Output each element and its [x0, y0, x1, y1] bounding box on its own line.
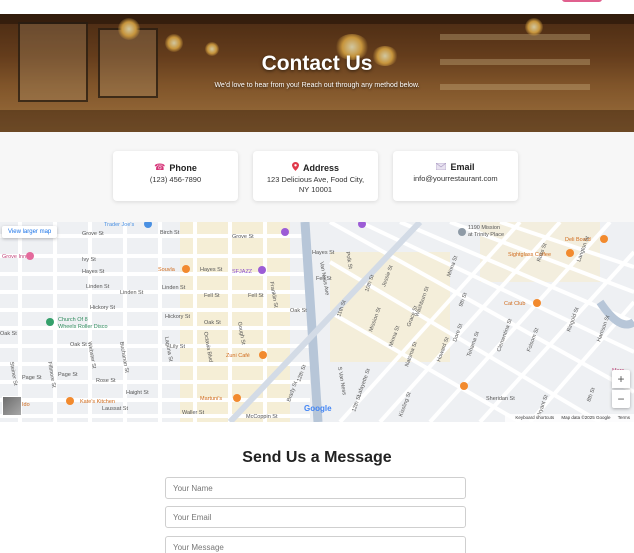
- svg-text:S Van Ness: S Van Ness: [336, 366, 347, 395]
- svg-text:Church Of 8: Church Of 8: [58, 317, 88, 323]
- nav-cta-button[interactable]: [562, 0, 602, 2]
- svg-text:Kate's Kitchen: Kate's Kitchen: [80, 399, 115, 405]
- contact-card-label: Address: [302, 162, 339, 173]
- svg-text:at Trinity Place: at Trinity Place: [468, 232, 504, 238]
- svg-text:Clementina St: Clementina St: [496, 318, 514, 353]
- svg-text:Hayes St: Hayes St: [312, 250, 335, 256]
- svg-text:8th St: 8th St: [586, 387, 597, 403]
- message-textarea[interactable]: [165, 536, 466, 553]
- svg-text:Laussat St: Laussat St: [102, 406, 128, 412]
- svg-text:Ido: Ido: [22, 402, 30, 408]
- svg-text:Waller St: Waller St: [182, 410, 205, 416]
- svg-text:Grove Inn: Grove Inn: [2, 254, 26, 260]
- embedded-map[interactable]: Trader Joe's Grove Inn Souvla SFJAZZ Chu…: [0, 222, 634, 422]
- map-attribution: Keyboard shortcuts Map data ©2025 Google…: [505, 414, 634, 422]
- svg-text:Hickory St: Hickory St: [165, 314, 191, 320]
- svg-text:Linden St: Linden St: [120, 290, 144, 296]
- svg-text:Page St: Page St: [22, 375, 42, 381]
- svg-text:Laguna St: Laguna St: [163, 336, 173, 362]
- map-pin-icon: [291, 162, 299, 173]
- street-view-thumbnail[interactable]: [2, 396, 22, 416]
- contact-card-email: Email info@yourrestaurant.com: [393, 151, 518, 201]
- terms-link[interactable]: Terms: [618, 415, 630, 420]
- email-input[interactable]: [165, 506, 466, 528]
- hero-banner: Contact Us We'd love to hear from you! R…: [0, 14, 634, 132]
- top-nav-bar: [0, 0, 634, 14]
- contact-card-value: info@yourrestaurant.com: [413, 174, 498, 183]
- map-data-text: Map data ©2025 Google: [561, 415, 611, 420]
- svg-text:Birch St: Birch St: [160, 230, 180, 236]
- svg-text:Rose St: Rose St: [96, 378, 116, 384]
- svg-text:Linden St: Linden St: [162, 285, 186, 291]
- page-title: Contact Us: [261, 52, 373, 75]
- svg-text:SFJAZZ: SFJAZZ: [232, 269, 253, 275]
- envelope-icon: [436, 162, 447, 172]
- svg-text:Oak St: Oak St: [204, 320, 221, 326]
- svg-text:Sheridan St: Sheridan St: [486, 396, 515, 402]
- svg-text:Souvla: Souvla: [158, 267, 176, 273]
- svg-text:Oak St: Oak St: [70, 342, 87, 348]
- svg-text:McCoppin St: McCoppin St: [246, 414, 278, 420]
- svg-text:Page St: Page St: [58, 372, 78, 378]
- svg-text:Fell St: Fell St: [248, 293, 264, 299]
- map-canvas[interactable]: Trader Joe's Grove Inn Souvla SFJAZZ Chu…: [0, 222, 634, 422]
- svg-text:Hayes St: Hayes St: [200, 267, 223, 273]
- zoom-out-button[interactable]: −: [612, 390, 630, 408]
- hero-subtitle: We'd love to hear from you! Reach out th…: [214, 82, 420, 89]
- svg-text:12th St: 12th St: [296, 364, 308, 383]
- svg-text:Grove St: Grove St: [232, 234, 254, 240]
- keyboard-shortcuts-link[interactable]: Keyboard shortcuts: [515, 415, 554, 420]
- svg-text:Zuni Café: Zuni Café: [226, 353, 250, 359]
- svg-text:Grove St: Grove St: [82, 231, 104, 237]
- svg-text:Cat Club: Cat Club: [504, 301, 525, 307]
- svg-text:Trader Joe's: Trader Joe's: [104, 222, 134, 228]
- contact-info-section: ☎ Phone (123) 456-7890 Address 123 Delic…: [0, 132, 634, 222]
- svg-text:Oak St: Oak St: [0, 331, 17, 337]
- form-title: Send Us a Message: [242, 449, 392, 466]
- zoom-in-button[interactable]: +: [612, 370, 630, 388]
- contact-card-address: Address 123 Delicious Ave, Food City, NY…: [253, 151, 378, 201]
- phone-icon: ☎: [154, 162, 166, 172]
- svg-text:Haight St: Haight St: [126, 390, 149, 396]
- svg-text:Kissling St: Kissling St: [398, 391, 413, 418]
- svg-text:Martuni's: Martuni's: [200, 396, 222, 402]
- contact-card-label: Phone: [169, 162, 197, 173]
- svg-text:Hickory St: Hickory St: [90, 305, 116, 311]
- contact-card-label: Email: [450, 162, 475, 172]
- svg-text:Oak St: Oak St: [290, 308, 307, 314]
- svg-text:Linden St: Linden St: [86, 284, 110, 290]
- svg-text:1190 Mission: 1190 Mission: [468, 225, 500, 231]
- svg-text:Lily St: Lily St: [170, 344, 185, 350]
- google-logo: Google: [304, 404, 332, 413]
- svg-text:Hayes St: Hayes St: [82, 269, 105, 275]
- name-input[interactable]: [165, 477, 466, 499]
- contact-card-value: 123 Delicious Ave, Food City, NY 10001: [266, 175, 365, 194]
- svg-text:Wheels Roller Disco: Wheels Roller Disco: [58, 324, 108, 330]
- view-larger-map-link[interactable]: View larger map: [2, 226, 58, 238]
- contact-card-value: (123) 456-7890: [149, 175, 202, 184]
- svg-text:Ivy St: Ivy St: [82, 257, 96, 263]
- contact-card-phone: ☎ Phone (123) 456-7890: [113, 151, 238, 201]
- svg-text:Fell St: Fell St: [204, 293, 220, 299]
